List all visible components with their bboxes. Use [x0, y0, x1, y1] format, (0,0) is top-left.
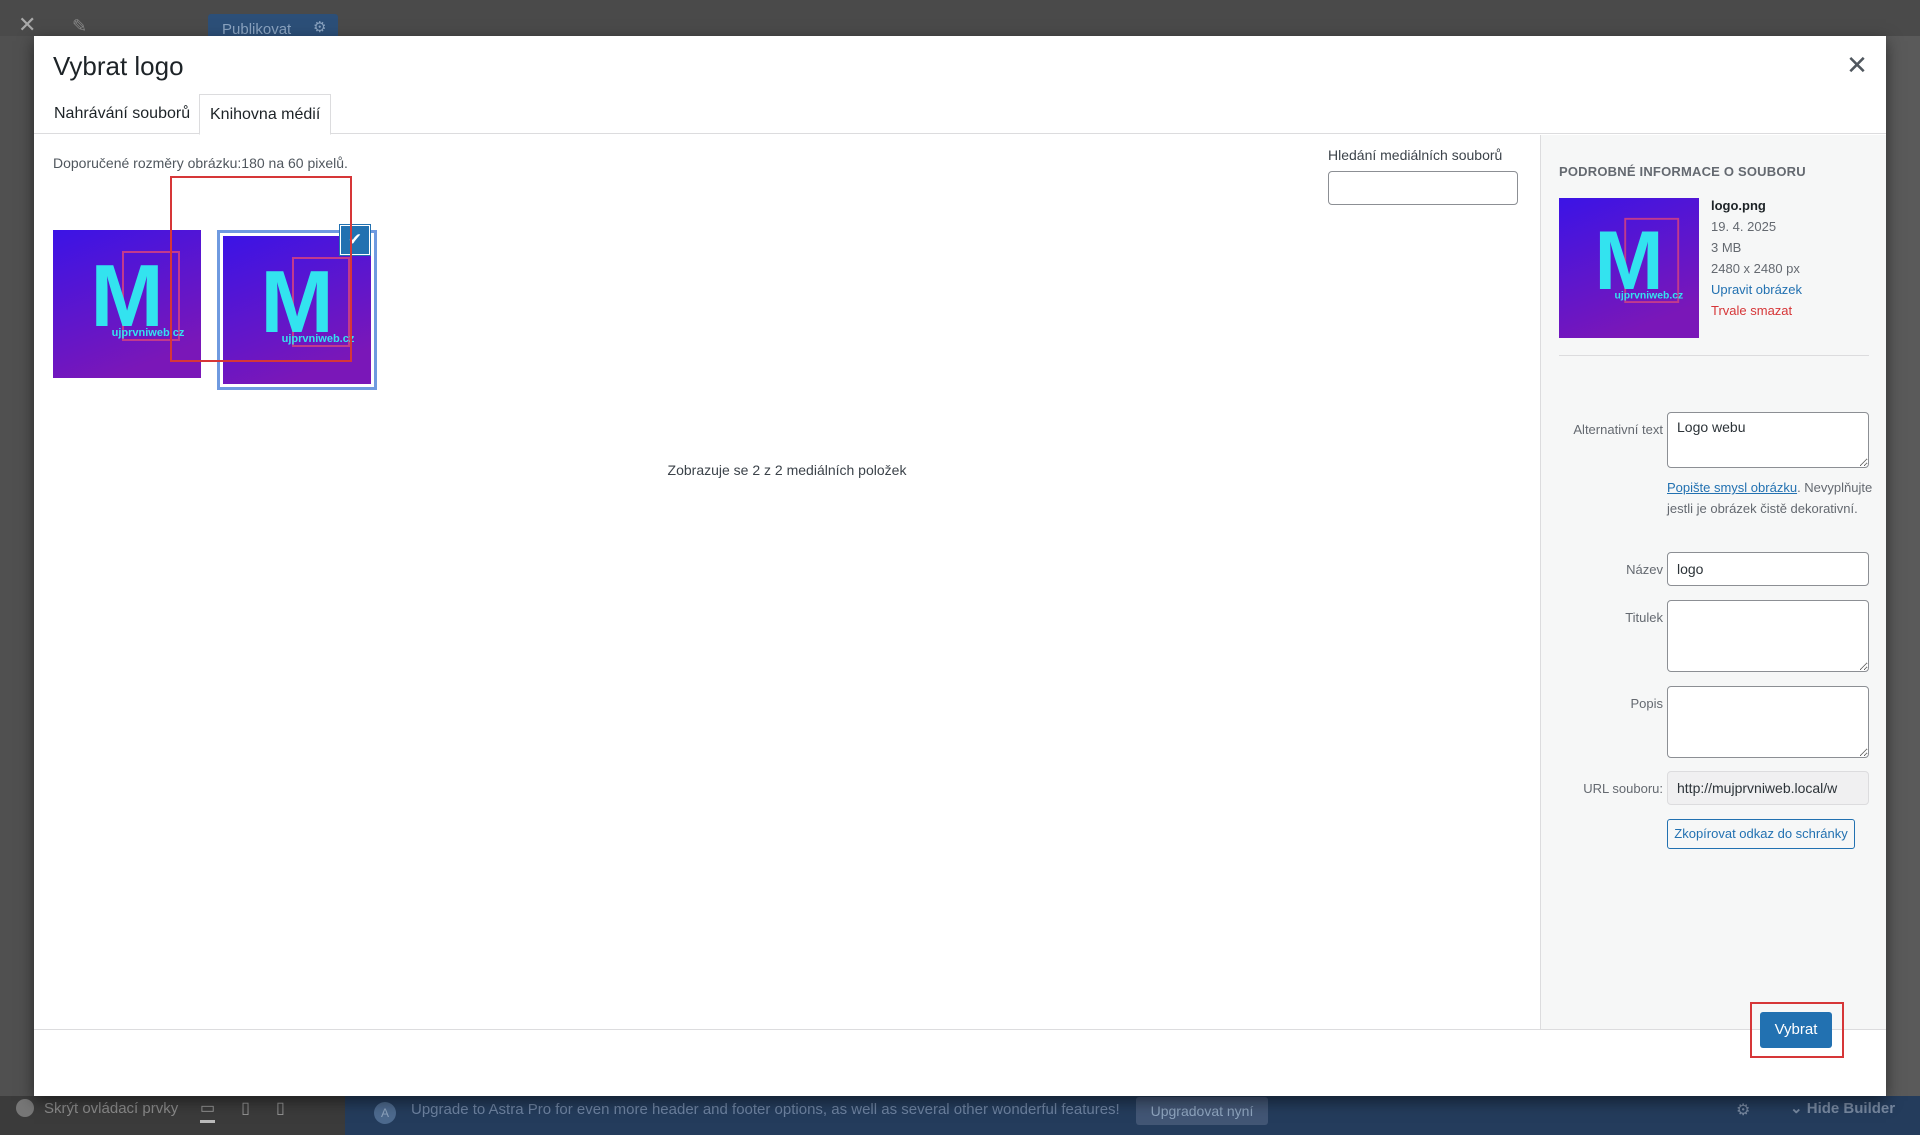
- description-label: Popis: [1630, 696, 1663, 711]
- search-label: Hledání mediálních souborů: [1328, 147, 1503, 163]
- close-icon[interactable]: ✕: [18, 14, 36, 36]
- desktop-icon[interactable]: ▭: [200, 1098, 216, 1123]
- caption-label: Titulek: [1625, 610, 1663, 625]
- caption-field[interactable]: [1667, 600, 1869, 672]
- logo-image: M ujprvniweb.cz: [1559, 198, 1699, 338]
- hide-controls-button[interactable]: Skrýt ovládací prvky: [16, 1099, 178, 1117]
- file-size: 3 MB: [1711, 240, 1742, 255]
- modal-toolbar: [34, 1029, 1886, 1096]
- copy-url-button[interactable]: Zkopírovat odkaz do schránky: [1667, 819, 1855, 849]
- media-item[interactable]: M ujprvniweb.cz: [53, 230, 201, 378]
- image-dimensions: 2480 x 2480 px: [1711, 261, 1800, 276]
- delete-permanently-link[interactable]: Trvale smazat: [1711, 300, 1802, 321]
- media-count: Zobrazuje se 2 z 2 mediálních položek: [667, 462, 907, 478]
- details-heading: Podrobné informace o souboru: [1559, 164, 1806, 179]
- modal-tabs: Nahrávání souborů Knihovna médií: [34, 94, 1886, 135]
- modal-title: Vybrat logo: [53, 51, 184, 81]
- logo-image: M ujprvniweb.cz: [53, 230, 201, 378]
- checkmark-icon[interactable]: ✔: [341, 226, 369, 254]
- recommended-size-note: Doporučené rozměry obrázku:180 na 60 pix…: [53, 155, 348, 171]
- attachment-details: Podrobné informace o souboru M ujprvniwe…: [1540, 135, 1886, 1029]
- settings-icon[interactable]: ⚙: [1736, 1100, 1750, 1120]
- gear-icon[interactable]: ⚙: [313, 18, 326, 36]
- media-browser: Doporučené rozměry obrázku:180 na 60 pix…: [34, 135, 1540, 1029]
- title-label: Název: [1626, 562, 1663, 577]
- file-name: logo.png: [1711, 198, 1766, 213]
- media-item-selected[interactable]: M ujprvniweb.cz ✔: [217, 226, 371, 384]
- upgrade-button[interactable]: Upgradovat nyní: [1136, 1097, 1268, 1125]
- close-icon[interactable]: ✕: [1842, 50, 1872, 80]
- logo-site-text: ujprvniweb.cz: [112, 327, 185, 339]
- mobile-icon[interactable]: ▯: [276, 1098, 285, 1123]
- edit-image-link[interactable]: Upravit obrázek: [1711, 279, 1802, 300]
- selected-thumbnail: M ujprvniweb.cz: [223, 236, 371, 384]
- tab-upload-files[interactable]: Nahrávání souborů: [44, 94, 200, 134]
- hide-builder-label: Hide Builder: [1806, 1100, 1896, 1117]
- file-url-field[interactable]: [1667, 771, 1869, 805]
- tab-media-library[interactable]: Knihovna médií: [199, 94, 332, 135]
- alt-help-link[interactable]: Popište smysl obrázku: [1667, 480, 1797, 495]
- logo-image: M ujprvniweb.cz: [223, 236, 371, 384]
- divider: [1559, 355, 1869, 356]
- logo-site-text: ujprvniweb.cz: [1615, 290, 1684, 301]
- pencil-icon[interactable]: ✎: [72, 16, 87, 37]
- select-button[interactable]: Vybrat: [1760, 1012, 1832, 1048]
- alt-text-label: Alternativní text: [1573, 422, 1663, 437]
- hide-controls-label: Skrýt ovládací prvky: [44, 1099, 179, 1117]
- tablet-icon[interactable]: ▯: [241, 1098, 250, 1123]
- title-field[interactable]: [1667, 552, 1869, 586]
- customizer-sidebar: [0, 36, 34, 1096]
- media-modal: Vybrat logo ✕ Nahrávání souborů Knihovna…: [34, 36, 1886, 1096]
- device-switcher: ▭ ▯ ▯: [200, 1098, 285, 1123]
- hide-builder-button[interactable]: ⌄ Hide Builder: [1790, 1099, 1895, 1117]
- logo-site-text: ujprvniweb.cz: [282, 333, 355, 345]
- upload-date: 19. 4. 2025: [1711, 219, 1777, 234]
- file-meta: logo.png 19. 4. 2025 3 MB 2480 x 2480 px…: [1711, 195, 1802, 321]
- customizer-preview-edge: [1884, 36, 1920, 1096]
- file-url-label: URL souboru:: [1583, 781, 1663, 796]
- alt-text-help: Popište smysl obrázku. Nevyplňujte jestl…: [1667, 480, 1873, 516]
- upgrade-text: Upgrade to Astra Pro for even more heade…: [411, 1101, 1120, 1118]
- alt-text-field[interactable]: Logo webu: [1667, 412, 1869, 468]
- details-thumbnail: M ujprvniweb.cz: [1559, 198, 1699, 338]
- search-input[interactable]: [1328, 171, 1518, 205]
- astra-icon: A: [374, 1102, 396, 1124]
- arrow-left-icon: [16, 1099, 34, 1117]
- description-field[interactable]: [1667, 686, 1869, 758]
